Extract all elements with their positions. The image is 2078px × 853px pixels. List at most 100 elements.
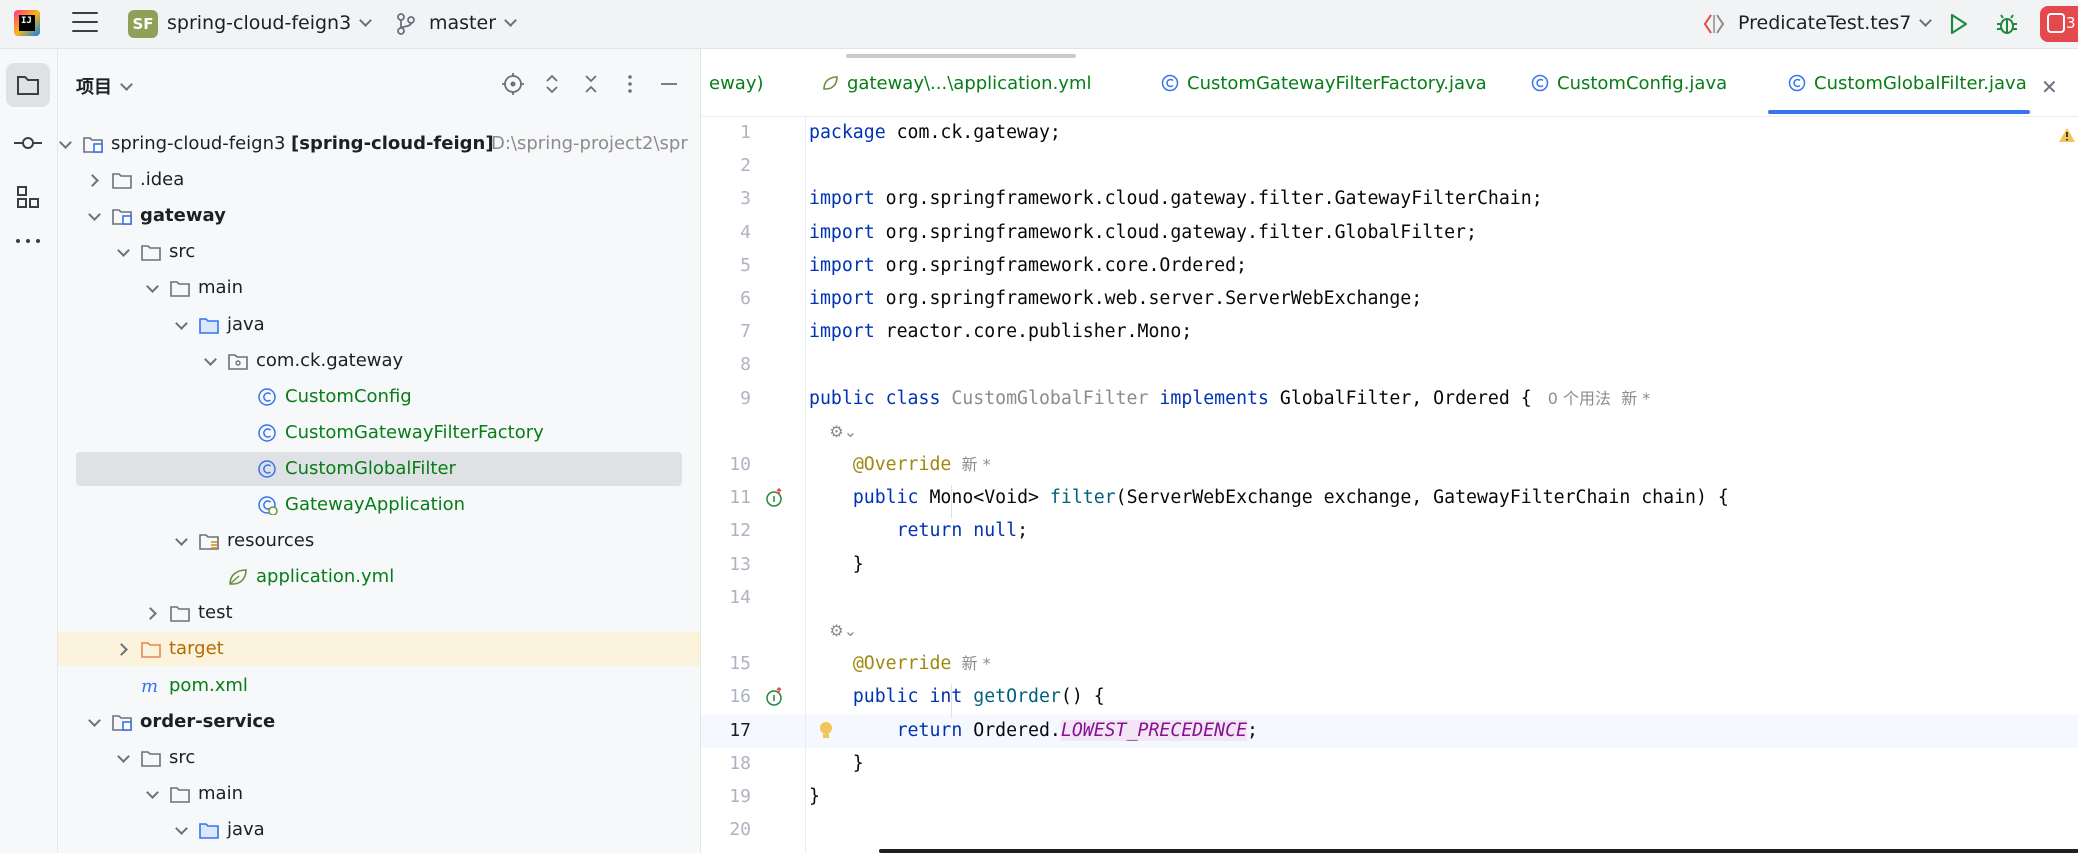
- options-icon[interactable]: [617, 71, 643, 97]
- code-token: Ordered.: [962, 719, 1061, 741]
- vcs-branch-icon[interactable]: [395, 12, 417, 36]
- tab-custom-global-filter[interactable]: CustomGlobalFilter.java: [1788, 73, 2027, 99]
- tree-item-label: .idea: [140, 169, 185, 191]
- tree-row[interactable]: main: [58, 271, 700, 305]
- project-badge[interactable]: SF: [128, 10, 158, 38]
- tab-label: CustomGlobalFilter.java: [1814, 73, 2027, 94]
- spring-yml-icon: [823, 76, 838, 90]
- code-token: import: [809, 288, 875, 309]
- folder-icon: [170, 786, 190, 803]
- commit-tool-window-button[interactable]: [6, 121, 50, 165]
- horizontal-scrollbar[interactable]: [879, 849, 2078, 853]
- project-tool-window-button[interactable]: [6, 63, 50, 107]
- chevron-down-icon[interactable]: [116, 235, 132, 269]
- code-token: implements: [1159, 387, 1269, 409]
- chevron-down-icon[interactable]: [203, 344, 219, 378]
- vcs-branch-switcher[interactable]: master: [429, 12, 517, 34]
- tree-item-label: CustomGatewayFilterFactory: [285, 421, 544, 443]
- module-icon: [83, 137, 103, 153]
- source-folder-icon: [199, 317, 219, 334]
- active-tab-indicator: [1768, 110, 2030, 114]
- run-configuration-selector[interactable]: PredicateTest.tes7: [1738, 12, 1933, 34]
- tree-row[interactable]: resources: [58, 524, 700, 558]
- code-token: 新 *: [951, 455, 991, 474]
- editor-gutter[interactable]: 1 2 3 4 5 6 7 8 9 10 11 12 13 14 15 16 17 18 19 20: [701, 116, 806, 853]
- tab-scrollbar[interactable]: [846, 54, 1076, 58]
- tree-row[interactable]: test: [58, 596, 700, 630]
- panel-title[interactable]: 项目: [76, 73, 133, 99]
- tree-item-label: resources: [227, 530, 315, 552]
- run-icon[interactable]: [1946, 12, 1970, 36]
- code-token: com.ck.gateway;: [885, 122, 1061, 143]
- tree-row[interactable]: .idea: [58, 163, 700, 197]
- chevron-down-icon[interactable]: [174, 308, 190, 342]
- tab-custom-gateway-filter-factory[interactable]: CustomGatewayFilterFactory.java: [1161, 73, 1487, 99]
- tree-row[interactable]: gateway: [58, 199, 700, 233]
- chevron-down-icon[interactable]: [145, 271, 161, 305]
- code-line: }: [809, 780, 820, 813]
- tree-item-label: main: [198, 277, 243, 299]
- chevron-right-icon[interactable]: [87, 163, 103, 197]
- code-token: org.springframework.cloud.gateway.filter…: [874, 188, 1543, 210]
- chevron-down-icon[interactable]: [145, 777, 161, 811]
- collapse-all-icon[interactable]: [578, 71, 604, 97]
- intellij-logo-icon[interactable]: IJ: [14, 10, 40, 36]
- line-number: 7: [740, 321, 751, 343]
- class-icon: [258, 387, 276, 406]
- chevron-down-icon[interactable]: [174, 813, 190, 847]
- tree-row[interactable]: target: [58, 632, 700, 667]
- project-switcher[interactable]: spring-cloud-feign3: [167, 12, 373, 34]
- tab-application-yml[interactable]: gateway\...\application.yml: [821, 73, 1092, 99]
- tree-row[interactable]: m pom.xml: [58, 669, 700, 703]
- tab-custom-config[interactable]: CustomConfig.java: [1531, 73, 1727, 99]
- locate-icon[interactable]: [500, 71, 526, 97]
- tree-row[interactable]: com.ck.gateway: [58, 344, 700, 378]
- excluded-folder-icon: [141, 642, 161, 659]
- tree-row[interactable]: main: [58, 777, 700, 811]
- chevron-down-icon[interactable]: [58, 127, 74, 161]
- chevron-right-icon[interactable]: [116, 632, 132, 666]
- code-area[interactable]: package com.ck.gateway; import org.spring…: [805, 116, 2078, 853]
- code-line: import org.springframework.cloud.gateway…: [809, 216, 1477, 249]
- debug-icon[interactable]: [1994, 11, 2020, 37]
- code-vision-hint[interactable]: ⚙⌄: [809, 614, 857, 647]
- line-number: 18: [729, 752, 751, 774]
- structure-tool-window-button[interactable]: [6, 175, 50, 219]
- code-line: @Override 新 *: [809, 448, 991, 481]
- tree-row[interactable]: GatewayApplication: [58, 488, 700, 522]
- code-line: public class CustomGlobalFilter implemen…: [809, 382, 1650, 415]
- code-vision-hint[interactable]: ⚙⌄: [809, 415, 857, 448]
- tree-row[interactable]: spring-cloud-feign3 [spring-cloud-feign] D…: [58, 127, 700, 161]
- tree-row[interactable]: java: [58, 813, 700, 847]
- close-tab-icon[interactable]: ✕: [2041, 75, 2058, 99]
- tree-row[interactable]: application.yml: [58, 560, 700, 594]
- chevron-down-icon[interactable]: [116, 741, 132, 775]
- code-token: Mono<Void>: [918, 487, 1050, 509]
- chevron-down-icon[interactable]: [87, 199, 103, 233]
- warning-icon[interactable]: [2058, 127, 2076, 143]
- expand-all-icon[interactable]: [539, 71, 565, 97]
- notifications-button[interactable]: 3: [2040, 6, 2078, 42]
- code-token: org.springframework.web.server.ServerWeb…: [874, 288, 1423, 309]
- chevron-right-icon[interactable]: [145, 596, 161, 630]
- override-method-icon[interactable]: [765, 687, 785, 707]
- override-method-icon[interactable]: [765, 488, 785, 508]
- tree-item-label: src: [169, 746, 196, 768]
- more-tool-windows-button[interactable]: [6, 219, 50, 263]
- chevron-down-icon[interactable]: [87, 705, 103, 739]
- main-menu-icon[interactable]: [72, 12, 98, 34]
- chevron-down-icon[interactable]: [174, 524, 190, 558]
- tree-row[interactable]: src: [58, 741, 700, 775]
- line-number: 3: [740, 188, 751, 210]
- code-token: () {: [1060, 686, 1105, 708]
- title-bar: IJ SF spring-cloud-feign3 master Predica…: [0, 0, 2078, 49]
- tree-row[interactable]: CustomConfig: [58, 380, 700, 414]
- minimize-icon[interactable]: [656, 71, 682, 97]
- tree-row[interactable]: order-service: [58, 705, 700, 739]
- tab-gateway[interactable]: eway): [709, 73, 764, 99]
- tree-row[interactable]: src: [58, 235, 700, 269]
- tree-row[interactable]: CustomGatewayFilterFactory: [58, 416, 700, 450]
- line-number: 8: [740, 354, 751, 376]
- tree-row[interactable]: CustomGlobalFilter: [58, 451, 700, 486]
- tree-row[interactable]: java: [58, 308, 700, 342]
